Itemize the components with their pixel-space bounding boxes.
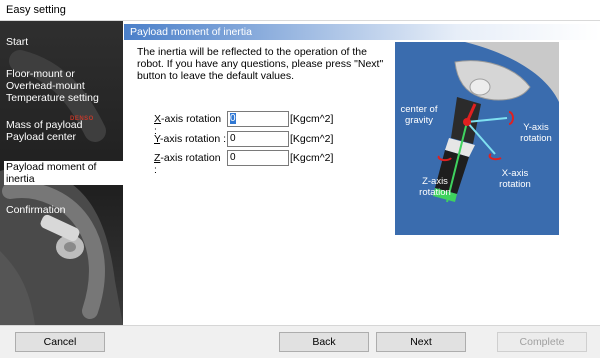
- z-axis-rotation-label: Z-axis rotation: [419, 176, 451, 198]
- complete-button[interactable]: Complete: [497, 332, 587, 352]
- button-bar: Cancel Back Next Complete: [0, 325, 600, 358]
- section-header: Payload moment of inertia: [124, 24, 600, 40]
- brand-logo: DENSO: [70, 116, 94, 122]
- y-axis-label: Y-axis rotation :: [154, 133, 226, 145]
- section-title: Payload moment of inertia: [130, 26, 252, 38]
- x-axis-rotation-label: X-axis rotation: [499, 168, 531, 190]
- y-axis-rotation-label: Y-axis rotation: [520, 122, 552, 144]
- center-of-gravity-label: center of gravity: [400, 104, 438, 126]
- inertia-diagram: center of gravity Y-axis rotation X-axis…: [395, 42, 559, 235]
- x-axis-rotation-input[interactable]: 0: [227, 111, 289, 127]
- z-axis-rotation-input[interactable]: 0: [227, 150, 289, 166]
- cancel-button[interactable]: Cancel: [15, 332, 105, 352]
- title-bar: Easy setting: [0, 0, 600, 21]
- z-axis-unit: [Kgcm^2]: [290, 152, 334, 164]
- sidebar-item-moment-of-inertia: Payload moment of inertia: [4, 161, 123, 185]
- sidebar-item-mount-temperature: Floor-mount or Overhead-mount Temperatur…: [6, 68, 99, 104]
- next-button[interactable]: Next: [376, 332, 466, 352]
- window-title: Easy setting: [6, 4, 66, 16]
- sidebar-item-start: Start: [6, 36, 29, 48]
- y-axis-unit: [Kgcm^2]: [290, 133, 334, 145]
- sidebar-item-payload-mass: Mass of payload Payload center: [6, 119, 83, 143]
- sidebar-item-confirmation: Confirmation: [6, 204, 66, 216]
- description-text: The inertia will be reflected to the ope…: [137, 46, 384, 82]
- y-axis-rotation-input[interactable]: 0: [227, 131, 289, 147]
- z-axis-label: Z-axis rotation :: [154, 152, 221, 176]
- back-button[interactable]: Back: [279, 332, 369, 352]
- wizard-sidebar: Start Floor-mount or Overhead-mount Temp…: [0, 21, 123, 325]
- x-axis-unit: [Kgcm^2]: [290, 113, 334, 125]
